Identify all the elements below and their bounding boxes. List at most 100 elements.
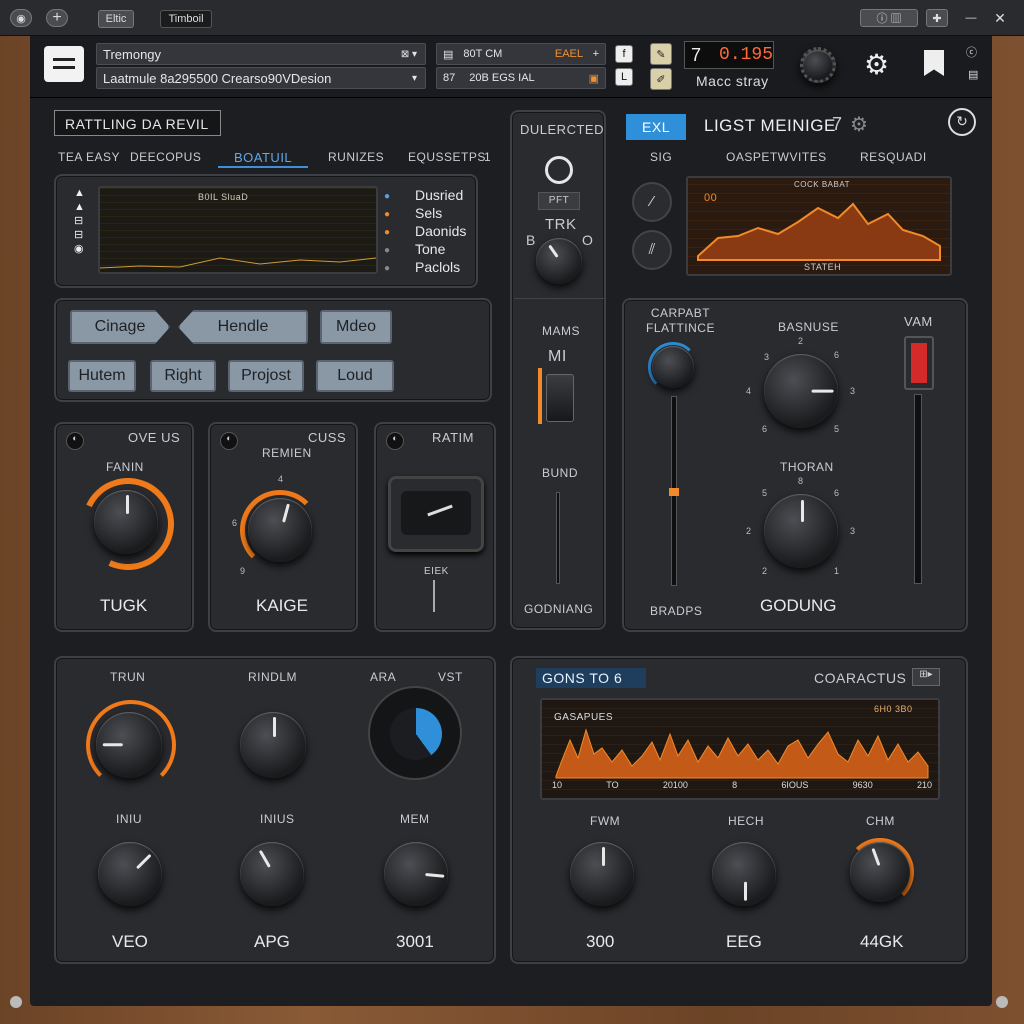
tab-deecopus[interactable]: DEECOPUS (130, 150, 201, 164)
mdeo-button[interactable]: Mdeo (320, 310, 392, 344)
hutem-button[interactable]: Hutem (68, 360, 136, 392)
param-field-a[interactable]: ▤ 80T CM EAEL + (436, 43, 606, 65)
col1-label: CARPABT FLATTINCE (646, 306, 715, 336)
rindlm-label: RINDLM (248, 670, 298, 684)
eeg-label: EEG (726, 932, 762, 951)
tab-runizes[interactable]: RUNIZES (328, 150, 384, 164)
tab-tea-easy[interactable]: TEA EASY (58, 150, 120, 164)
knob-name: KAIGE (256, 596, 308, 615)
hech-label: HECH (728, 814, 765, 828)
panel-power-icon[interactable]: ◐ (386, 432, 404, 450)
axis-tick: 9630 (852, 780, 873, 790)
panel-power-icon[interactable]: ◐ (220, 432, 238, 450)
waveform-curve (697, 202, 941, 261)
knob-scale-mark: 5 (834, 424, 840, 434)
master-knob[interactable] (800, 47, 836, 83)
panel-header: CUSS (308, 430, 347, 445)
right-number: 7 (832, 114, 843, 134)
iniu-knob[interactable] (98, 842, 162, 906)
chm-knob[interactable] (850, 842, 910, 902)
waveform-display: COCK BABAT 00 STATEH (686, 176, 952, 276)
knob2-label: THORAN (780, 460, 834, 474)
loud-button[interactable]: Loud (316, 360, 394, 392)
fwm-label: FWM (590, 814, 621, 828)
trun-knob[interactable] (96, 712, 162, 778)
remien-knob[interactable] (248, 498, 312, 562)
thoran-knob[interactable] (764, 494, 838, 568)
gons-tag[interactable]: GONS TO 6 (536, 668, 646, 688)
legend-list: Dusried Sels Daonids Tone Paclols (415, 186, 466, 276)
mem-knob[interactable] (384, 842, 448, 906)
chevron-down-icon[interactable]: ▾ (412, 73, 417, 84)
projost-button[interactable]: Projost (228, 360, 304, 392)
right-button[interactable]: Right (150, 360, 216, 392)
inius-label: INIUS (260, 812, 295, 826)
toggle-f-icon[interactable]: f (615, 45, 633, 63)
ara-dial[interactable] (368, 686, 462, 780)
slider-thumb[interactable] (669, 488, 679, 496)
expand-icon[interactable]: ⊞▸ (912, 668, 940, 686)
tab-boatuil[interactable]: BOATUIL (234, 150, 292, 165)
fwm-knob[interactable] (570, 842, 634, 906)
bund-slider[interactable] (556, 492, 560, 584)
help-icon[interactable]: ⓒ (966, 44, 977, 60)
close-icon[interactable]: ✕ (988, 9, 1012, 27)
preset-desc-field[interactable]: Laatmule 8a295500 Crearso90VDesion ▾ (96, 67, 426, 89)
badge-button[interactable]: Eltic (98, 10, 134, 28)
rindlm-knob[interactable] (240, 712, 306, 778)
filter-icon[interactable]: ⫽ (632, 230, 672, 270)
center-knob-right: O (582, 232, 594, 248)
ara-dial-fill (390, 708, 442, 760)
tab-equssetps[interactable]: EQUSSETPS (408, 150, 486, 164)
tab-resquadi[interactable]: RESQUADI (860, 150, 927, 164)
mode-switch-housing[interactable] (388, 476, 484, 552)
hech-knob[interactable] (712, 842, 776, 906)
mi-switch[interactable] (546, 374, 574, 422)
power-icon[interactable] (545, 156, 573, 184)
tool-icon[interactable]: ✎ (650, 43, 672, 65)
minimize-icon[interactable]: — (958, 9, 984, 27)
inius-knob[interactable] (240, 842, 304, 906)
fanin-knob[interactable] (94, 490, 158, 554)
toggle-l-icon[interactable]: L (615, 68, 633, 86)
save-icon[interactable]: ▤ (968, 68, 978, 81)
cinage-button[interactable]: Cinage (70, 310, 170, 344)
slash-icon[interactable]: ⁄ (632, 182, 672, 222)
hendle-button[interactable]: Hendle (178, 310, 308, 344)
knob-scale-mark: 4 (278, 474, 284, 484)
settings-icon[interactable]: ⚙ (850, 112, 868, 137)
brush-icon[interactable]: ✐ (650, 68, 672, 90)
knob-scale-mark: 6 (762, 424, 768, 434)
lock-icon[interactable]: ▣ (589, 72, 599, 85)
legend-item: Sels (415, 205, 443, 221)
preset-name-field[interactable]: Tremongy ⊠ ▾ (96, 43, 426, 65)
fader-cap[interactable] (904, 336, 934, 390)
tab-oaspetwvites[interactable]: OASPETWVITES (726, 150, 827, 164)
puzzle-icon[interactable]: ✚ (926, 9, 948, 27)
refresh-icon[interactable]: ↻ (948, 108, 976, 136)
tab-exl[interactable]: EXL (626, 114, 686, 140)
param-field-b[interactable]: 87 20B EGS IAL ▣ (436, 67, 606, 89)
basnuse-knob[interactable] (764, 354, 838, 428)
axis-tick: 8 (732, 780, 738, 790)
knob1-label: BASNUSE (778, 320, 839, 334)
vam-fader-track[interactable] (914, 394, 922, 584)
add-icon[interactable]: + (46, 9, 68, 27)
display-tool-icons[interactable]: ▲ ▲ ⊟ ⊟ ◉ (74, 186, 85, 256)
flattince-knob[interactable] (652, 346, 694, 388)
panel-power-icon[interactable]: ◐ (66, 432, 84, 450)
info-icon[interactable]: ⓘ ▥ (860, 9, 918, 27)
knob-label: FANIN (106, 460, 144, 474)
fader-label: VAM (904, 314, 933, 329)
plus-icon[interactable]: + (593, 48, 599, 60)
axis-tick: 210 (916, 780, 932, 790)
app-icon[interactable]: ◉ (10, 9, 32, 27)
gear-icon[interactable]: ⚙ (864, 48, 889, 81)
tab-sig[interactable]: SIG (650, 150, 672, 164)
mi-label: MI (548, 348, 567, 365)
knob-scale-mark: 3 (850, 526, 856, 536)
menu-icon[interactable] (44, 46, 84, 82)
dropdown-icon[interactable]: ⊠ ▾ (401, 49, 417, 60)
title-bar: ◉ + Eltic Timboil ⓘ ▥ ✚ — ✕ (0, 0, 1024, 36)
trk-knob[interactable] (536, 238, 582, 284)
